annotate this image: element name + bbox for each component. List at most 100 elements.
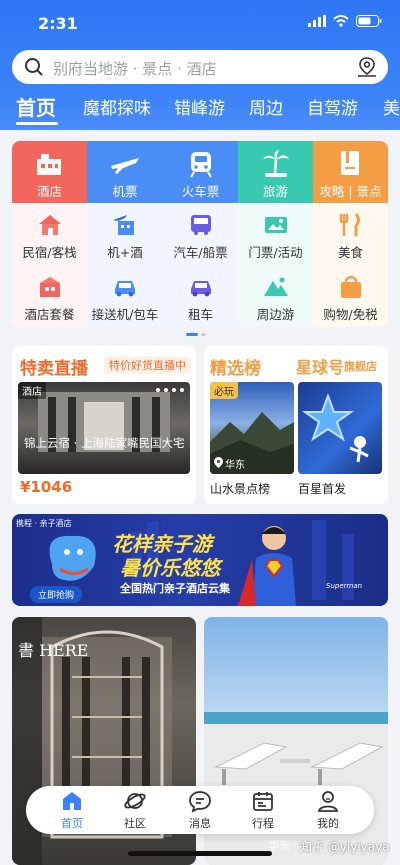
grid-flight-hotel[interactable]: 机+酒 (87, 203, 163, 265)
plane-icon (111, 158, 139, 174)
live-sale-title: 特卖直播 (20, 359, 88, 379)
live-sale-caption: 锦上云宿 · 上海陆家嘴民国大宅 (24, 436, 185, 450)
live-sale-card[interactable]: 特卖直播 特价好货直播中 酒店 锦上云宿 · 上海陆家嘴民国大宅 ¥1046 (12, 346, 196, 504)
flight-hotel-icon (113, 215, 134, 235)
signal-icon (308, 15, 326, 27)
grid-car-rental-label: 租车 (187, 307, 213, 322)
banner-headline-2: 暑价乐悠悠 (120, 556, 220, 580)
grid-food-label: 美食 (337, 245, 363, 260)
nav-profile-label: 我的 (317, 817, 339, 830)
featured-item2-image[interactable] (298, 382, 382, 474)
live-sale-image: 酒店 锦上云宿 · 上海陆家嘴民国大宅 (18, 382, 190, 474)
grid-bus-ferry-label: 汽车/船票 (173, 245, 228, 260)
grid-guide-label: 攻略 | 景点 (319, 184, 382, 199)
family-hotel-banner[interactable]: 携程 · 亲子酒店 花样亲子游 暑价乐悠悠 全国热门亲子酒店云集 立即抢购 Su… (12, 514, 388, 606)
grid-homestay-label: 民宿/客栈 (22, 245, 77, 260)
mountain-icon (264, 277, 288, 296)
status-bar: 2:31 (0, 0, 400, 44)
tab-nearby[interactable]: 周边 (249, 94, 283, 119)
grid-travel[interactable]: 旅游 (238, 141, 313, 203)
bottom-navigation: 首页 社区 消息 行程 我的 (26, 786, 374, 834)
calendar-icon (253, 792, 273, 811)
tab-off-peak[interactable]: 错峰游 (174, 94, 225, 119)
ticket-icon (265, 217, 287, 233)
banner-cta-button[interactable]: 立即抢购 (30, 586, 83, 603)
page-dot (201, 333, 206, 336)
grid-tickets-label: 门票/活动 (248, 245, 303, 260)
grid-hotel-label: 酒店 (36, 184, 62, 199)
nav-itinerary[interactable]: 行程 (233, 786, 293, 834)
grid-shopping-label: 购物/免税 (323, 307, 378, 322)
message-icon (189, 791, 211, 813)
grid-nearby-trips-label: 周边游 (256, 307, 295, 322)
banner-superman-text: Superman (326, 582, 363, 590)
tab-home[interactable]: 首页 (16, 92, 56, 121)
grid-food[interactable]: 美食 (313, 203, 388, 265)
featured-item1-label: 山水景点榜 (210, 482, 271, 496)
nav-home-label: 首页 (61, 817, 83, 830)
featured-list-card[interactable]: 精选榜 星球号 旗舰店 必玩 华东 山水景点榜 百星首发 (204, 346, 388, 504)
tab-self-drive[interactable]: 自驾游 (307, 94, 358, 119)
home-indicator (128, 851, 272, 856)
shopping-bag-icon (341, 275, 361, 298)
grid-train-label: 火车票 (181, 184, 220, 199)
grid-shopping[interactable]: 购物/免税 (313, 265, 388, 327)
nav-messages-label: 消息 (189, 817, 211, 830)
grid-tickets[interactable]: 门票/活动 (238, 203, 313, 265)
guide-book-icon (341, 151, 359, 175)
palm-icon (263, 150, 289, 177)
live-sale-tag: 酒店 (18, 382, 46, 399)
nav-messages[interactable]: 消息 (170, 786, 230, 834)
location-pin-icon (214, 457, 223, 468)
nav-community-label: 社区 (124, 817, 146, 830)
profile-icon (317, 791, 339, 812)
grid-guide[interactable]: 攻略 | 景点 (313, 141, 388, 203)
battery-icon (356, 15, 382, 27)
grid-flights[interactable]: 机票 (87, 141, 163, 203)
featured-item1-image[interactable]: 必玩 华东 (210, 382, 294, 474)
grid-hotel-package[interactable]: 酒店套餐 (12, 265, 87, 327)
bus-icon (191, 215, 211, 235)
grid-car-rental[interactable]: 租车 (163, 265, 238, 327)
grid-flight-hotel-label: 机+酒 (107, 245, 143, 260)
nav-itinerary-label: 行程 (252, 817, 274, 830)
grid-homestay[interactable]: 民宿/客栈 (12, 203, 87, 265)
live-sale-badge: 特价好货直播中 (104, 356, 191, 374)
featured-title: 精选榜 (210, 359, 261, 379)
wifi-icon (333, 15, 349, 27)
featured-item1-tag: 必玩 (210, 382, 238, 399)
grid-transfer-label: 接送机/包车 (91, 307, 159, 322)
featured-brand: 星球号 (296, 358, 345, 377)
grid-train[interactable]: 火车票 (163, 141, 238, 203)
grid-hotel-package-label: 酒店套餐 (24, 307, 75, 322)
featured-item2-label: 百星首发 (298, 482, 347, 496)
planet-icon (124, 793, 146, 809)
grid-hotel[interactable]: 酒店 (12, 141, 87, 203)
tab-modu-tanwei[interactable]: 魔都探味 (83, 94, 151, 119)
search-bar[interactable]: 别府当地游 · 景点 · 酒店 (12, 50, 388, 84)
grid-travel-label: 旅游 (262, 184, 288, 199)
grid-nearby-trips[interactable]: 周边游 (238, 265, 313, 327)
grid-flights-label: 机票 (112, 184, 138, 199)
tab-more[interactable]: 美 (383, 94, 400, 119)
service-grid: 酒店 机票 火车票 旅游 攻略 | 景点 民宿/客栈 机+酒 汽车/船票 门票/… (12, 141, 388, 327)
house-icon (39, 215, 61, 235)
search-icon (25, 58, 43, 76)
nav-community[interactable]: 社区 (105, 786, 165, 834)
grid-bus-ferry[interactable]: 汽车/船票 (163, 203, 238, 265)
banner-logo: 携程 · 亲子酒店 (16, 519, 72, 528)
hotel-icon (37, 154, 61, 175)
search-placeholder: 别府当地游 · 景点 · 酒店 (53, 60, 217, 78)
food-icon (339, 213, 360, 236)
hotel-package-icon (40, 277, 60, 297)
grid-page-indicator (186, 333, 206, 336)
featured-item1-location: 华东 (225, 460, 245, 471)
map-location-icon[interactable] (356, 56, 378, 78)
status-time: 2:31 (38, 14, 78, 33)
nav-home[interactable]: 首页 (42, 786, 102, 834)
car-icon (115, 281, 135, 297)
grid-transfer[interactable]: 接送机/包车 (87, 265, 163, 327)
watermark: 知乎 @yiyiyaya (300, 840, 390, 854)
nav-profile[interactable]: 我的 (298, 786, 358, 834)
banner-subline: 全国热门亲子酒店云集 (120, 582, 230, 595)
